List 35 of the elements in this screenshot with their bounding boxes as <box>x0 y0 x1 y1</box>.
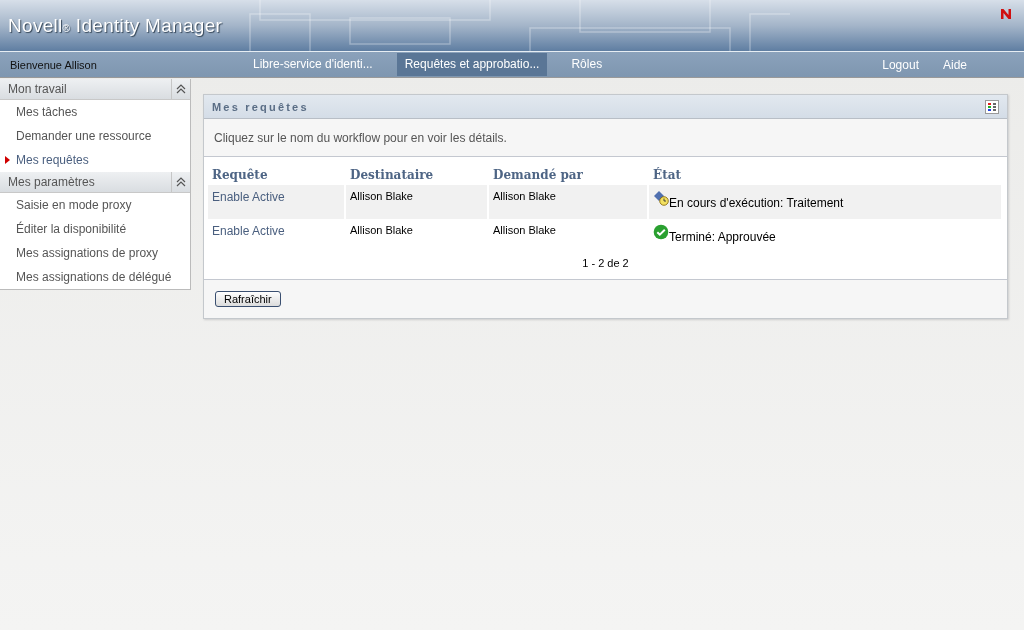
column-header: Demandé par <box>492 167 584 184</box>
nav-tab[interactable]: Requêtes et approbatio... <box>396 53 548 76</box>
section-title: Mes paramètres <box>7 175 96 189</box>
column-header: État <box>652 166 682 184</box>
sidebar-item[interactable]: Mes assignations de proxy <box>0 241 190 265</box>
section-header[interactable]: Mes paramètres <box>0 172 190 193</box>
column-header: Requête <box>211 167 269 184</box>
status-text: Terminé: Approuvée <box>669 229 776 244</box>
column-header: Destinataire <box>349 167 435 184</box>
table-cell: Allison Blake <box>489 185 649 219</box>
sidebar-item[interactable]: Demander une ressource <box>0 124 190 148</box>
section-title: Mon travail <box>7 82 68 96</box>
status-text: En cours d'exécution: Traitement <box>669 195 844 210</box>
welcome-text: Bienvenue Allison <box>9 58 98 71</box>
arrow-icon <box>5 156 10 164</box>
instructions-text: Cliquez sur le nom du workflow pour en voir les détails. <box>214 130 507 145</box>
grid-icon[interactable] <box>985 99 999 114</box>
pagination-text: 1 - 2 de 2 <box>582 257 629 269</box>
section-header[interactable]: Mon travail <box>0 79 190 100</box>
table-cell: Allison Blake <box>489 219 649 253</box>
collapse-icon[interactable] <box>176 84 186 94</box>
request-link[interactable]: Enable Active <box>212 219 285 238</box>
sidebar-item[interactable]: Mes tâches <box>0 100 190 124</box>
logo-icon <box>1000 8 1012 20</box>
sidebar-item[interactable]: Saisie en mode proxy <box>0 193 190 217</box>
sidebar-item[interactable]: Éditer la disponibilité <box>0 217 190 241</box>
table-cell: Allison Blake <box>346 185 489 219</box>
sidebar-item[interactable]: Mes assignations de délégué <box>0 265 190 289</box>
sidebar-item[interactable]: Mes requêtes <box>0 148 190 172</box>
panel-title: Mes requêtes <box>212 100 309 113</box>
clock-icon <box>653 190 669 206</box>
check-icon <box>653 224 669 240</box>
collapse-icon[interactable] <box>176 177 186 187</box>
table-cell: Allison Blake <box>346 219 489 253</box>
refresh-button[interactable]: Rafraîchir <box>215 291 281 307</box>
